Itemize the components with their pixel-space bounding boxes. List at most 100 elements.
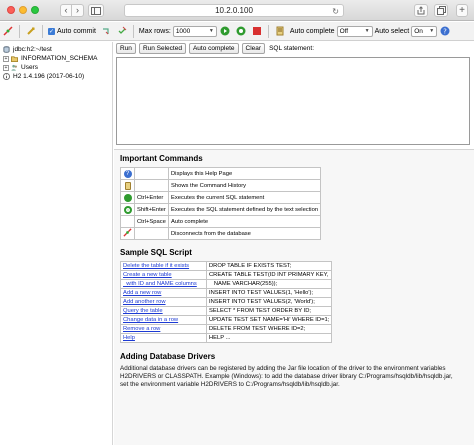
sample-link[interactable]: Query the table [120,306,207,316]
table-row: Shift+Enter Executes the SQL statement d… [120,203,322,216]
version-label: H2 1.4.196 (2017-06-10) [13,73,85,80]
table-row: Query the table SELECT * FROM TEST ORDER … [120,306,333,316]
auto-select-label: Auto select [374,27,410,35]
table-row: with ID and NAME columns NAME VARCHAR(25… [120,279,333,289]
commands-table: ? Displays this Help Page Shows the Comm… [120,167,322,240]
drivers-description: Additional database drivers can be regis… [120,365,453,388]
sample-link[interactable]: Add a new row [120,288,207,298]
tree-item-label: INFORMATION_SCHEMA [21,55,98,62]
help-icon[interactable]: ? [439,25,451,37]
max-rows-label: Max rows: [138,27,171,35]
sql-button-bar: Run Run Selected Auto complete Clear SQL… [116,43,314,54]
sample-sql: SELECT * FROM TEST ORDER BY ID; [205,306,333,316]
toolbar-divider [42,24,43,38]
help-icon: ? [123,169,132,178]
tree-item-users[interactable]: + Users [3,63,109,72]
folder-icon [11,56,18,62]
table-row: Change data in a row UPDATE TEST SET NAME… [120,315,333,325]
main-panel: Run Run Selected Auto complete Clear SQL… [114,42,474,445]
command-key: Ctrl+Space [134,215,169,228]
sample-sql: NAME VARCHAR(255)); [205,279,333,289]
chevron-down-icon: ▼ [208,27,214,34]
result-panel: Important Commands ? Displays this Help … [114,149,474,445]
run-icon[interactable] [219,25,231,37]
run-button[interactable]: Run [116,43,136,54]
commit-icon[interactable] [116,25,128,37]
command-key [134,167,169,180]
sample-sql: CREATE TABLE TEST(ID INT PRIMARY KEY, [205,270,333,280]
sample-link[interactable]: Create a new table [120,270,207,280]
command-desc: Auto complete [167,215,322,228]
auto-complete-button[interactable]: Auto complete [188,43,239,54]
command-desc: Executes the current SQL statement [167,191,322,204]
expand-icon[interactable]: + [3,55,9,62]
share-icon[interactable] [414,4,428,17]
new-tab-button[interactable]: + [456,4,468,17]
users-icon [11,64,17,71]
rollback-icon[interactable] [100,25,112,37]
sample-link[interactable]: Delete the table if it exists [120,261,207,271]
table-row: Ctrl+Space Auto complete [120,215,322,228]
toolbar-divider [19,24,20,38]
sample-sql: INSERT INTO TEST VALUES(2, 'World'); [205,297,333,307]
tree-item-information-schema[interactable]: + INFORMATION_SCHEMA [3,54,109,63]
run-icon [123,193,132,202]
command-key: Shift+Enter [134,203,169,216]
refresh-icon[interactable] [25,25,37,37]
close-window-button[interactable] [7,6,15,14]
address-bar[interactable]: 10.2.0.100 ↻ [124,4,344,17]
command-key [134,227,169,240]
sample-link[interactable]: Change data in a row [120,315,207,325]
command-key: Ctrl+Enter [134,191,169,204]
expand-icon[interactable]: + [3,64,9,71]
connection-label: jdbc:h2:~/test [13,46,52,53]
history-icon[interactable] [274,25,286,37]
sample-link[interactable]: Help [120,333,207,343]
maximize-window-button[interactable] [31,6,39,14]
database-icon [3,46,10,53]
tree-item-label: Users [21,64,38,71]
history-icon [124,181,131,190]
sample-link[interactable]: Remove a row [120,324,207,334]
svg-text:?: ? [443,28,447,36]
command-desc: Disconnects from the database [167,227,322,240]
reload-icon[interactable]: ↻ [332,6,339,17]
adding-drivers-heading: Adding Database Drivers [120,352,216,361]
auto-select-value: On [414,27,423,35]
table-row: Add another row INSERT INTO TEST VALUES(2… [120,297,333,307]
disconnect-icon[interactable] [2,25,14,37]
run-selected-icon [123,205,132,214]
toolbar-divider [267,24,269,38]
sample-link[interactable]: Add another row [120,297,207,307]
sample-sql: HELP ... [205,333,333,343]
auto-commit-checkbox[interactable]: ✓ [48,27,55,35]
clear-button[interactable]: Clear [241,43,266,54]
sample-link[interactable]: with ID and NAME columns [120,279,207,289]
important-commands-heading: Important Commands [120,154,203,163]
info-icon [3,73,10,80]
disconnect-icon [123,228,132,237]
minimize-window-button[interactable] [19,6,27,14]
run-selected-icon[interactable] [235,25,247,37]
chevron-down-icon: ▼ [429,27,435,34]
auto-select-select[interactable]: On ▼ [411,25,438,37]
sql-statement-input[interactable] [116,57,470,145]
table-row: Help HELP ... [120,333,333,343]
auto-commit-label: Auto commit [57,27,96,35]
command-desc: Displays this Help Page [167,167,322,180]
sample-sql: DELETE FROM TEST WHERE ID=2; [205,324,333,334]
stop-icon[interactable] [251,25,263,37]
max-rows-select[interactable]: 1000 ▼ [172,25,217,37]
forward-button[interactable]: › [72,4,84,17]
back-button[interactable]: ‹ [60,4,72,17]
chevron-down-icon: ▼ [364,27,370,34]
run-selected-button[interactable]: Run Selected [138,43,186,54]
sidebar-toggle-icon[interactable] [88,4,104,17]
auto-complete-label: Auto complete [289,27,335,35]
sample-sql: DROP TABLE IF EXISTS TEST; [205,261,333,271]
h2-toolbar: ✓ Auto commit Max rows: 1000 ▼ Auto comp… [0,22,474,41]
tab-overview-icon[interactable] [434,4,448,17]
tree-connection[interactable]: jdbc:h2:~/test [3,45,109,54]
sample-sql-table: Delete the table if it exists DROP TABLE … [120,261,333,343]
auto-complete-select[interactable]: Off ▼ [336,25,373,37]
